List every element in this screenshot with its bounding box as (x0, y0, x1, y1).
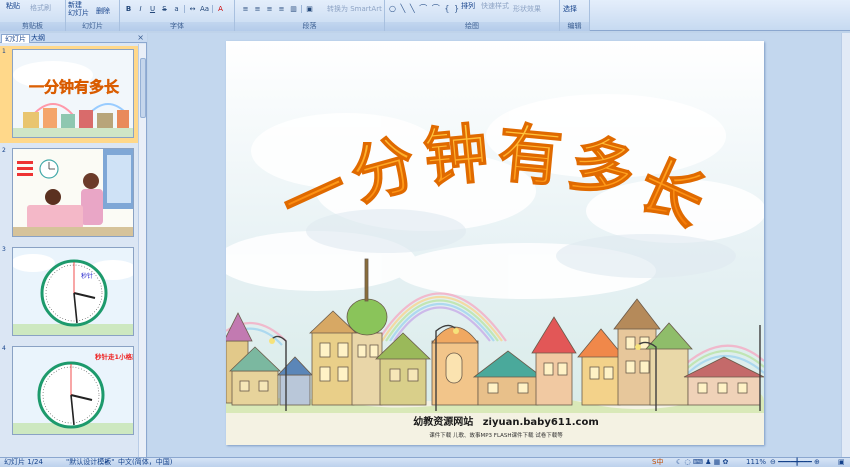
slides-pane: 幻灯片 大纲 × 1 一分钟有多长 2 3 秒针 4 秒针走1小格 (0, 33, 147, 457)
tab-slides[interactable]: 幻灯片 (1, 34, 30, 43)
char-spacing-icon[interactable]: ↔ (188, 5, 197, 13)
ime-tools-icon[interactable]: ☾ ◌ ⌨ ♟ ▦ ✿ (676, 458, 728, 467)
slide-thumbnail-4[interactable]: 4 秒针走1小格就是一秒 (0, 343, 139, 440)
font-group: B I U S a ↔ Aa A 字体 (120, 0, 235, 31)
slide-thumbnails: 1 一分钟有多长 2 3 秒针 4 秒针走1小格 (0, 44, 139, 457)
justify-icon[interactable]: ≡ (277, 5, 286, 13)
zoom-slider[interactable]: ⊖ ━━━━╋━━━ ⊕ (770, 458, 820, 467)
scrollbar-thumb[interactable] (140, 58, 146, 118)
zoom-level[interactable]: 111% (746, 458, 766, 467)
pane-tabs: 幻灯片 大纲 × (0, 33, 147, 43)
paste-button[interactable]: 粘贴 (6, 2, 20, 10)
status-bar: 幻灯片 1/24 "默认设计模板" ✔ 中文(简体，中国) S中 ☾ ◌ ⌨ ♟… (0, 457, 850, 467)
font-group-label: 字体 (120, 22, 234, 31)
site-name: 幼教资源网站 (413, 415, 473, 428)
slide-thumbnail-3[interactable]: 3 秒针 (0, 244, 139, 341)
close-pane-icon[interactable]: × (137, 33, 144, 43)
slide-artwork: 一分钟有多长 幼教资源网站 ziyuan.baby611.com 课件下载 儿歌… (226, 41, 764, 445)
align-center-icon[interactable]: ≡ (253, 5, 262, 13)
thumb-second-hand-label: 秒针 (81, 272, 93, 280)
columns-icon[interactable]: ▥ (289, 5, 298, 13)
thumbnail-image: 秒针走1小格就是一秒 (12, 346, 134, 435)
separator (184, 5, 185, 13)
paragraph-group: ≡ ≡ ≡ ≡ ▥ ▣ 转换为 SmartArt 段落 (235, 0, 385, 31)
tab-outline[interactable]: 大纲 (28, 34, 48, 43)
clipboard-group-label: 剪贴板 (0, 22, 65, 31)
smartart-icon[interactable]: ▣ (305, 5, 314, 13)
slide-number: 2 (2, 147, 6, 154)
font-color-icon[interactable]: A (216, 5, 225, 13)
shapes-gallery[interactable]: ○ ╲ ╲ ⌒ ⌒ { } (389, 3, 460, 14)
slide-number: 3 (2, 246, 6, 253)
slide-thumbnail-1[interactable]: 1 一分钟有多长 (0, 46, 139, 143)
clipboard-group: 粘贴 格式刷 剪贴板 (0, 0, 66, 31)
site-tagline: 课件下载 儿歌、故事MP3 FLASH课件下载 试卷下载等 (429, 431, 563, 439)
slide-thumbnail-2[interactable]: 2 (0, 145, 139, 242)
shape-effects-button[interactable]: 形状效果 (513, 5, 541, 13)
thumbnails-scrollbar[interactable] (138, 44, 146, 457)
slide-scrollbar[interactable] (841, 33, 850, 457)
separator (212, 5, 213, 13)
slide-number: 1 (2, 48, 6, 55)
convert-smartart-button[interactable]: 转换为 SmartArt (327, 5, 382, 13)
slide-number: 4 (2, 345, 6, 352)
slide-position: 幻灯片 1/24 (4, 458, 43, 466)
italic-button[interactable]: I (136, 5, 145, 13)
thumbnail-image: 一分钟有多长 (12, 49, 134, 138)
svg-text:幼教资源网站 ziyuan.baby611.: 幼教资源网站 ziyuan.baby611.com (413, 415, 599, 428)
site-url: ziyuan.baby611.com (483, 417, 599, 428)
fit-to-window-icon[interactable]: ▣ (838, 458, 845, 467)
shadow-button[interactable]: a (172, 5, 181, 13)
separator (301, 5, 302, 13)
editing-group: 选择 编辑 (560, 0, 590, 31)
quick-styles-button[interactable]: 快速样式 (481, 2, 509, 10)
paragraph-group-label: 段落 (235, 22, 384, 31)
slide-editing-area: 一分钟有多长 幼教资源网站 ziyuan.baby611.com 课件下载 儿歌… (148, 33, 850, 457)
thumb-title: 一分钟有多长 (29, 78, 120, 96)
slides-group-label: 幻灯片 (66, 22, 119, 31)
ribbon: 粘贴 格式刷 剪贴板 新建 幻灯片 删除 幻灯片 B I U S a ↔ Aa … (0, 0, 850, 31)
new-slide-button[interactable]: 新建 幻灯片 (68, 1, 89, 17)
underline-button[interactable]: U (148, 5, 157, 13)
slides-group: 新建 幻灯片 删除 幻灯片 (66, 0, 120, 31)
change-case-icon[interactable]: Aa (200, 5, 209, 13)
drawing-group-label: 绘图 (385, 22, 559, 31)
editing-group-label: 编辑 (560, 22, 589, 31)
format-painter-button[interactable]: 格式刷 (30, 4, 51, 12)
align-left-icon[interactable]: ≡ (241, 5, 250, 13)
align-right-icon[interactable]: ≡ (265, 5, 274, 13)
thumbnail-image (12, 148, 134, 237)
strikethrough-button[interactable]: S (160, 5, 169, 13)
arrange-button[interactable]: 排列 (461, 2, 475, 10)
ime-icon[interactable]: S中 (652, 458, 663, 467)
thumb-caption: 秒针走1小格就是一秒 (95, 352, 134, 361)
language[interactable]: 中文(简体，中国) (118, 458, 172, 467)
spellcheck-icon[interactable]: ✔ (104, 458, 110, 467)
current-slide[interactable]: 一分钟有多长 幼教资源网站 ziyuan.baby611.com 课件下载 儿歌… (226, 41, 764, 445)
thumbnail-image: 秒针 (12, 247, 134, 336)
bold-button[interactable]: B (124, 5, 133, 13)
drawing-group: ○ ╲ ╲ ⌒ ⌒ { } 排列 快速样式 形状效果 绘图 (385, 0, 560, 31)
delete-slide-button[interactable]: 删除 (96, 7, 110, 15)
select-button[interactable]: 选择 (563, 5, 577, 13)
